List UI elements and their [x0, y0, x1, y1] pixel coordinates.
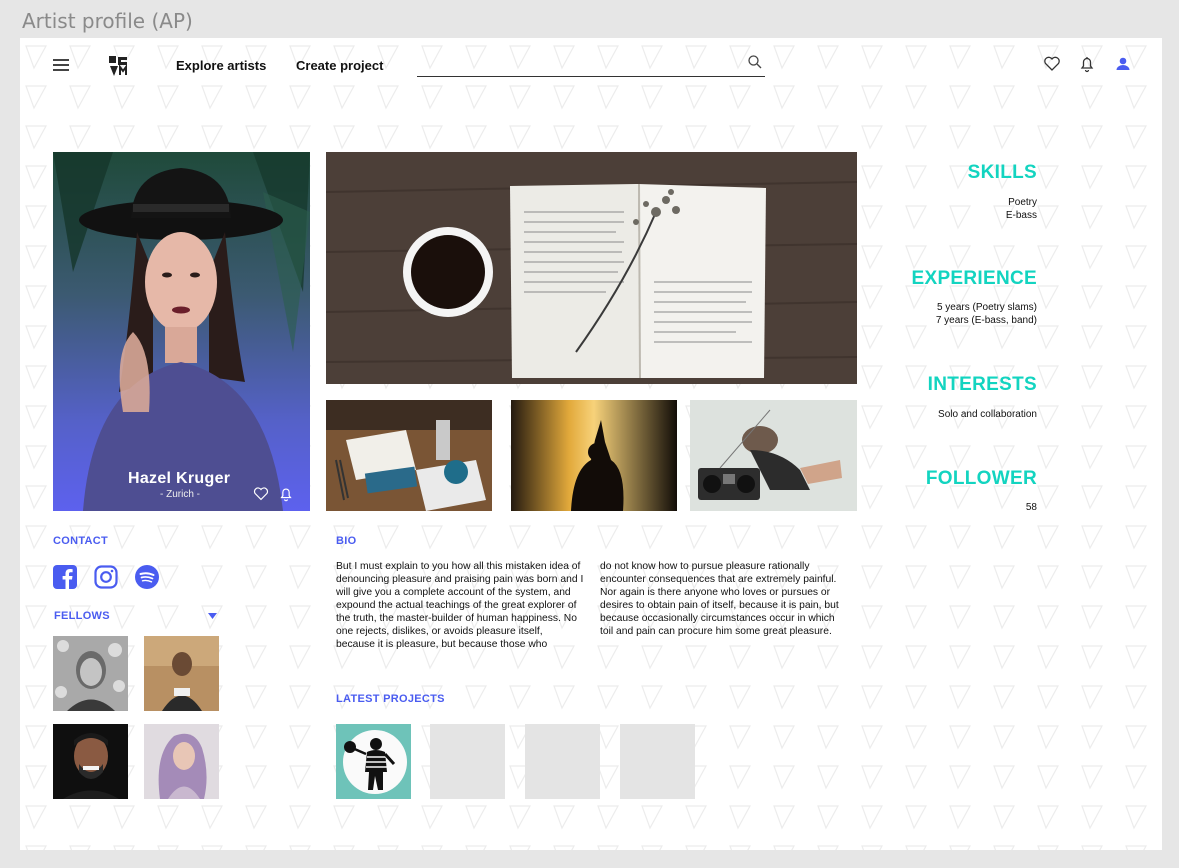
bell-icon[interactable]: [277, 485, 295, 503]
fellow-avatar[interactable]: [144, 636, 219, 711]
heart-icon[interactable]: [252, 485, 270, 503]
gallery-photo-desk[interactable]: [326, 400, 492, 511]
gallery-main-photo[interactable]: [326, 152, 857, 384]
nav-create-project[interactable]: Create project: [296, 58, 383, 73]
profile-photo-illustration: [53, 152, 310, 511]
nav-explore-artists[interactable]: Explore artists: [176, 58, 266, 73]
gallery-photo-boombox[interactable]: [690, 400, 857, 511]
fellow-avatar[interactable]: [53, 636, 128, 711]
fellow-photo: [53, 636, 128, 711]
project-thumbnail-placeholder[interactable]: [620, 724, 695, 799]
project-thumbnail[interactable]: [336, 724, 411, 799]
bio-title: BIO: [336, 535, 357, 547]
interest-item: Solo and collaboration: [938, 409, 1037, 420]
fellow-photo: [53, 724, 128, 799]
facebook-icon[interactable]: [53, 565, 77, 589]
strongman-icon: [336, 724, 411, 799]
artist-location: - Zurich -: [160, 489, 200, 500]
skill-item: Poetry: [1008, 197, 1037, 208]
artist-name: Hazel Kruger: [128, 470, 231, 487]
skill-item: E-bass: [1005, 210, 1037, 221]
search-input[interactable]: [417, 52, 741, 76]
user-icon[interactable]: [1113, 54, 1133, 74]
search-icon[interactable]: [747, 54, 763, 70]
artist-profile-page: Explore artists Create project Hazel Kru…: [20, 38, 1162, 850]
desk-illustration: [326, 400, 492, 511]
silhouette-illustration: [511, 400, 677, 511]
fellow-photo: [144, 724, 219, 799]
book-coffee-illustration: [326, 152, 857, 384]
experience-list: 5 years (Poetry slams) 7 years (E-bass, …: [936, 301, 1037, 327]
gallery-photo-silhouette[interactable]: [511, 400, 677, 511]
fellows-title: FELLOWS: [54, 610, 110, 622]
follower-title: FOLLOWER: [925, 468, 1037, 489]
interests-title: INTERESTS: [927, 374, 1037, 395]
bio-text-column-2: do not know how to pursue pleasure ratio…: [600, 561, 839, 637]
top-navigation: Explore artists Create project: [20, 38, 1162, 94]
fellow-photo: [144, 636, 219, 711]
menu-icon[interactable]: [53, 59, 69, 71]
heart-icon[interactable]: [1042, 54, 1062, 74]
contact-title: CONTACT: [53, 535, 109, 547]
spotify-icon[interactable]: [135, 565, 159, 589]
experience-item: 7 years (E-bass, band): [935, 315, 1037, 326]
search-bar: [417, 52, 765, 77]
bio-text-column-1: But I must explain to you how all this m…: [336, 561, 584, 650]
fellow-avatar[interactable]: [53, 724, 128, 799]
profile-photo: Hazel Kruger - Zurich -: [53, 152, 310, 511]
instagram-icon[interactable]: [94, 565, 118, 589]
boombox-illustration: [690, 400, 857, 511]
logo[interactable]: [106, 53, 132, 79]
skills-title: SKILLS: [967, 162, 1037, 183]
fellow-avatar[interactable]: [144, 724, 219, 799]
frame-title: Artist profile (AP): [22, 9, 193, 33]
chevron-down-icon[interactable]: [208, 613, 217, 619]
experience-title: EXPERIENCE: [911, 268, 1037, 289]
interests-list: Solo and collaboration: [938, 408, 1037, 421]
experience-item: 5 years (Poetry slams): [936, 302, 1037, 313]
skills-list: Poetry E-bass: [1006, 196, 1037, 222]
project-thumbnail-placeholder[interactable]: [525, 724, 600, 799]
bell-icon[interactable]: [1077, 54, 1097, 74]
follower-count: 58: [1025, 502, 1037, 513]
project-thumbnail-placeholder[interactable]: [430, 724, 505, 799]
latest-projects-title: LATEST PROJECTS: [336, 693, 445, 705]
